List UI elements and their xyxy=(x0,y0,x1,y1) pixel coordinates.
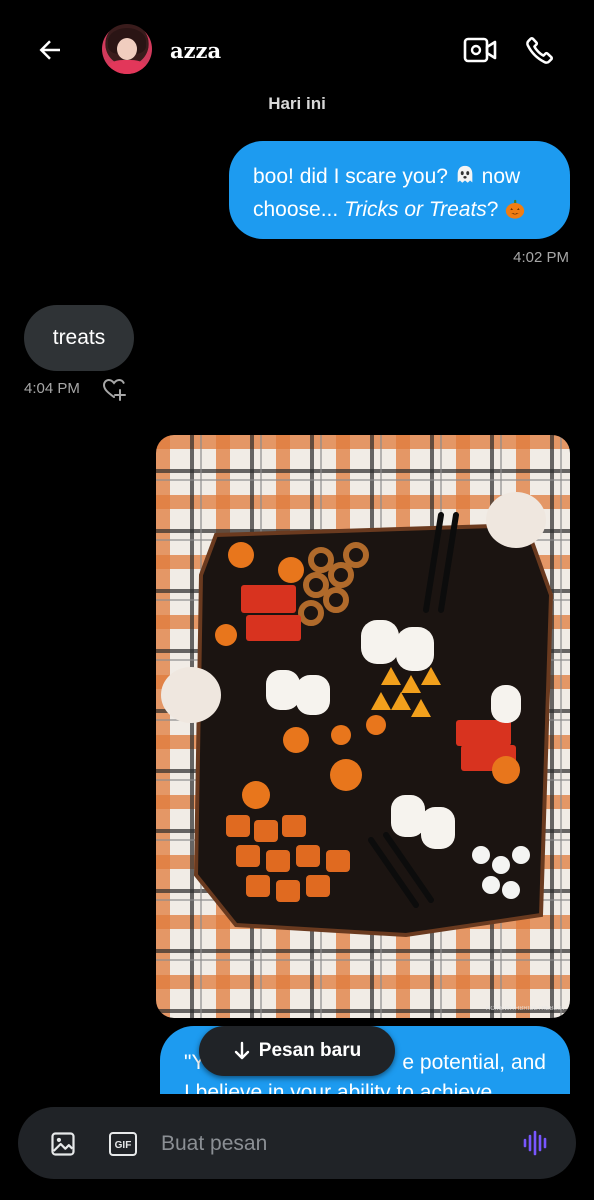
photo-watermark: HOMEWITHBRIDETHEBEST xyxy=(486,1006,566,1012)
message-text: boo! did I scare you? xyxy=(253,165,448,188)
svg-text:GIF: GIF xyxy=(115,1140,132,1151)
jack-o-lantern-emoji-icon xyxy=(506,199,525,219)
message-input[interactable] xyxy=(161,1124,491,1164)
outgoing-message[interactable]: boo! did I scare you? now choose... Tric… xyxy=(229,141,570,239)
arrow-down-icon xyxy=(234,1041,249,1060)
new-messages-button[interactable]: Pesan baru xyxy=(199,1026,395,1076)
image-icon xyxy=(51,1132,75,1156)
message-text: treats xyxy=(52,326,106,349)
video-call-button[interactable] xyxy=(460,30,500,70)
add-reaction-button[interactable] xyxy=(101,376,127,402)
message-text: e potential, and xyxy=(402,1051,546,1074)
video-call-icon xyxy=(463,37,497,63)
gif-icon: GIF xyxy=(109,1132,137,1156)
message-text: ? xyxy=(486,198,505,221)
phone-icon xyxy=(526,37,553,64)
arrow-left-icon xyxy=(39,40,60,60)
attach-image-button[interactable] xyxy=(47,1128,79,1160)
gif-button[interactable]: GIF xyxy=(107,1130,139,1158)
back-button[interactable] xyxy=(30,30,70,70)
image-message[interactable]: HOMEWITHBRIDETHEBEST xyxy=(156,435,570,1018)
day-separator: Hari ini xyxy=(268,94,326,113)
phone-call-button[interactable] xyxy=(520,30,560,70)
conversation-header: azza xyxy=(0,0,594,96)
message-timestamp: 4:02 PM xyxy=(513,249,569,266)
ghost-emoji-icon xyxy=(457,165,473,183)
message-timestamp: 4:04 PM xyxy=(24,380,80,397)
new-messages-label: Pesan baru xyxy=(258,1040,362,1061)
avatar[interactable] xyxy=(102,24,152,74)
incoming-message[interactable]: treats xyxy=(24,305,134,371)
contact-name[interactable]: azza xyxy=(170,38,221,63)
halloween-candy-board-photo: HOMEWITHBRIDETHEBEST xyxy=(156,435,570,1018)
message-text-italic: Tricks or Treats xyxy=(344,198,487,221)
voice-waveform-icon xyxy=(523,1130,547,1156)
heart-plus-icon xyxy=(102,378,126,401)
voice-message-button[interactable] xyxy=(518,1125,554,1161)
